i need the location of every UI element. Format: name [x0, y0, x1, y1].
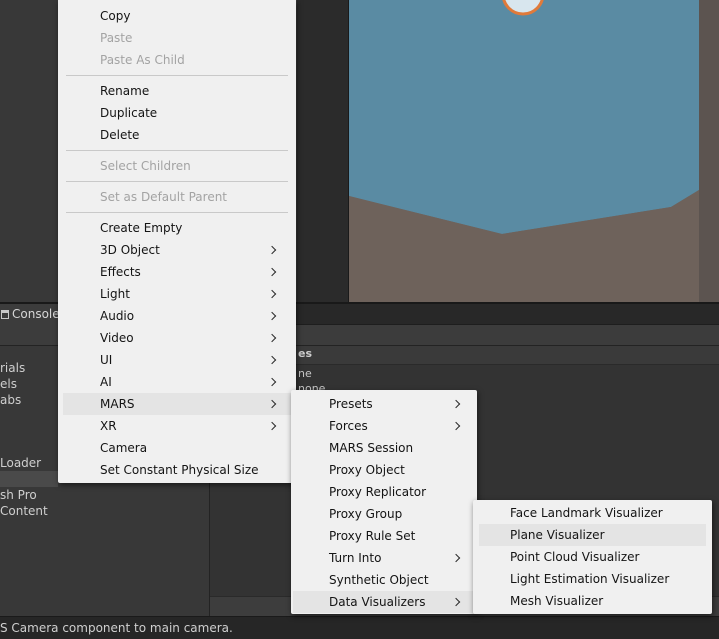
- hierarchy-context-menu: Copy Paste Paste As Child Rename Duplica…: [58, 0, 296, 483]
- menu-item-ui[interactable]: UI: [63, 349, 291, 371]
- menu-item-ai[interactable]: AI: [63, 371, 291, 393]
- status-bar: S Camera component to main camera.: [0, 616, 719, 639]
- scene-sky-plane: [349, 0, 699, 234]
- tree-item[interactable]: sh Pro: [0, 488, 37, 502]
- menu-item-rename[interactable]: Rename: [63, 80, 291, 102]
- tree-item[interactable]: els: [0, 377, 17, 391]
- chevron-right-icon: [451, 421, 461, 431]
- chevron-right-icon: [267, 399, 277, 409]
- chevron-right-icon: [267, 289, 277, 299]
- menu-item-point-cloud-visualizer[interactable]: Point Cloud Visualizer: [479, 546, 706, 568]
- scene-edge: [699, 0, 719, 302]
- content-item[interactable]: ne: [298, 367, 312, 380]
- menu-item-mesh-visualizer[interactable]: Mesh Visualizer: [479, 590, 706, 612]
- tab-console-label: Console: [12, 307, 60, 321]
- names-header-label: es: [298, 347, 313, 360]
- tree-item[interactable]: Content: [0, 504, 48, 518]
- chevron-right-icon: [267, 421, 277, 431]
- menu-item-create-empty[interactable]: Create Empty: [63, 217, 291, 239]
- scene-render: [349, 0, 699, 302]
- tab-console[interactable]: Console: [0, 304, 60, 325]
- chevron-right-icon: [267, 245, 277, 255]
- menu-item-paste: Paste: [100, 31, 133, 45]
- menu-item-proxy-replicator[interactable]: Proxy Replicator: [293, 481, 475, 503]
- chevron-right-icon: [267, 355, 277, 365]
- tree-item[interactable]: abs: [0, 393, 21, 407]
- menu-item-proxy-object[interactable]: Proxy Object: [293, 459, 475, 481]
- menu-item-proxy-group[interactable]: Proxy Group: [293, 503, 475, 525]
- chevron-right-icon: [267, 311, 277, 321]
- scene-camera-frame[interactable]: [348, 0, 700, 302]
- selected-row: [0, 471, 58, 487]
- menu-item-effects[interactable]: Effects: [63, 261, 291, 283]
- menu-item-delete[interactable]: Delete: [63, 124, 291, 146]
- chevron-right-icon: [267, 377, 277, 387]
- menu-separator: [66, 212, 288, 213]
- content-item[interactable]: none: [298, 382, 325, 390]
- menu-item-xr[interactable]: XR: [63, 415, 291, 437]
- menu-item-set-default-parent: Set as Default Parent: [100, 190, 228, 204]
- menu-item-3d-object[interactable]: 3D Object: [63, 239, 291, 261]
- menu-item-forces[interactable]: Forces: [293, 415, 475, 437]
- menu-item-select-children: Select Children: [100, 159, 191, 173]
- menu-separator: [66, 150, 288, 151]
- menu-item-mars[interactable]: MARS: [63, 393, 291, 415]
- chevron-right-icon: [451, 553, 461, 563]
- menu-item-copy[interactable]: Copy: [63, 5, 291, 27]
- chevron-right-icon: [267, 267, 277, 277]
- menu-item-plane-visualizer[interactable]: Plane Visualizer: [479, 524, 706, 546]
- menu-item-paste-as-child: Paste As Child: [100, 53, 185, 67]
- menu-item-mars-session[interactable]: MARS Session: [293, 437, 475, 459]
- menu-separator: [66, 75, 288, 76]
- menu-item-light-estimation-visualizer[interactable]: Light Estimation Visualizer: [479, 568, 706, 590]
- tree-item[interactable]: rials: [0, 361, 25, 375]
- menu-item-light[interactable]: Light: [63, 283, 291, 305]
- chevron-right-icon: [451, 597, 461, 607]
- menu-item-duplicate[interactable]: Duplicate: [63, 102, 291, 124]
- menu-item-turn-into[interactable]: Turn Into: [293, 547, 475, 569]
- menu-item-set-constant-physical-size[interactable]: Set Constant Physical Size: [63, 459, 291, 481]
- menu-item-audio[interactable]: Audio: [63, 305, 291, 327]
- menu-item-camera[interactable]: Camera: [63, 437, 291, 459]
- menu-separator: [66, 181, 288, 182]
- menu-item-synthetic-object[interactable]: Synthetic Object: [293, 569, 475, 591]
- console-icon: [1, 310, 9, 319]
- menu-item-proxy-rule-set[interactable]: Proxy Rule Set: [293, 525, 475, 547]
- chevron-right-icon: [451, 399, 461, 409]
- tree-item[interactable]: Loader: [0, 456, 41, 470]
- menu-item-data-visualizers[interactable]: Data Visualizers: [293, 591, 475, 613]
- menu-item-face-landmark-visualizer[interactable]: Face Landmark Visualizer: [479, 502, 706, 524]
- menu-item-video[interactable]: Video: [63, 327, 291, 349]
- data-visualizers-submenu: Face Landmark Visualizer Plane Visualize…: [473, 500, 712, 614]
- status-message: S Camera component to main camera.: [0, 621, 233, 635]
- mars-submenu: Presets Forces MARS Session Proxy Object…: [291, 390, 477, 614]
- chevron-right-icon: [267, 333, 277, 343]
- menu-item-presets[interactable]: Presets: [293, 393, 475, 415]
